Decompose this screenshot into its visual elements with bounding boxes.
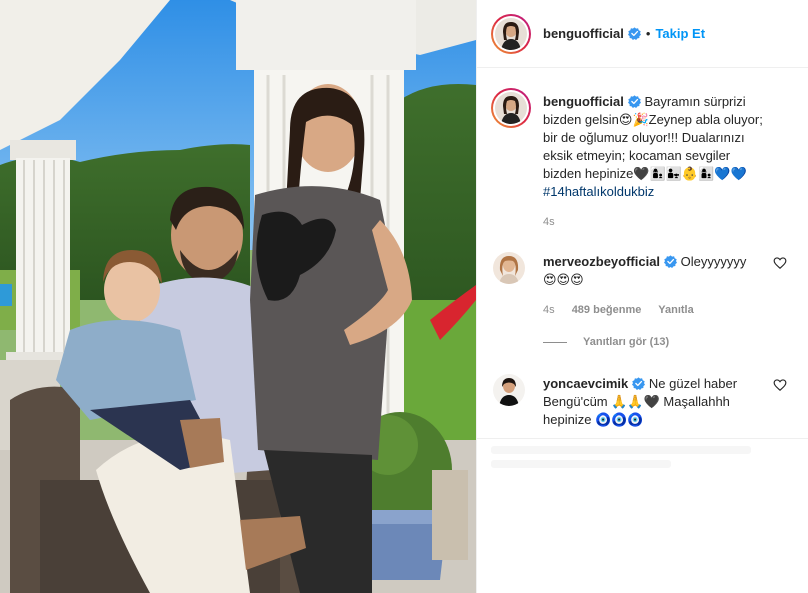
verified-badge-icon (627, 95, 641, 108)
commenter-avatar[interactable] (493, 252, 525, 284)
author-avatar[interactable] (491, 13, 531, 54)
caption-line: bir de oğlumuz oluyor!!! Dualarınızı (543, 130, 745, 145)
hashtag-link[interactable]: #14haftalıkoldukbiz (543, 184, 654, 199)
commenter-avatar-image (493, 252, 525, 284)
comment-text: Oleyyyyyyy (680, 254, 747, 269)
replies-divider-line (543, 341, 567, 343)
family-photo-illustration (0, 0, 476, 593)
follow-button[interactable]: Takip Et (655, 26, 705, 41)
commenter-avatar[interactable] (493, 374, 525, 406)
verified-badge-icon (664, 255, 678, 268)
caption-username[interactable]: benguofficial (543, 94, 624, 109)
caption-line: eksik etmeyin; kocaman sevgiler (543, 148, 731, 163)
commenter-username[interactable]: yoncaevcimik (543, 376, 628, 391)
post-side-panel: benguofficial • Takip Et benguofficial B… (476, 0, 808, 593)
caption-line: bizden gelsin😍🎉Zeynep abla oluyor; (543, 112, 763, 127)
post-photo[interactable] (0, 0, 476, 593)
comment-timestamp[interactable]: 4s (543, 304, 555, 316)
caption-line: bizden hepinize🖤👩‍👦👨‍👧👶👩‍👦💙💙 (543, 166, 747, 181)
comment-text: Bengü'cüm 🙏🙏🖤 Maşallahhh (543, 394, 730, 409)
view-replies-button[interactable]: Yanıtları gör (13) (543, 336, 669, 348)
header-separator: • (645, 26, 651, 41)
comment-likes[interactable]: 489 beğenme (572, 304, 642, 316)
heart-icon[interactable] (773, 378, 787, 392)
comment-text: hepinize 🧿🧿🧿 (543, 412, 644, 427)
comments-divider (477, 438, 808, 439)
reply-button[interactable]: Yanıtla (658, 304, 693, 316)
verified-badge-icon (627, 27, 641, 40)
caption-avatar-image (495, 92, 527, 124)
comment-body: merveozbeyofficial Oleyyyyyyy 😍😍😍 4s 489… (543, 253, 763, 319)
heart-icon[interactable] (773, 256, 787, 270)
verified-badge-icon (632, 377, 646, 390)
comment-text: 😍😍😍 (543, 272, 584, 287)
view-replies-label: Yanıtları gör (13) (583, 336, 670, 348)
author-avatar-image (495, 17, 527, 50)
commenter-username[interactable]: merveozbeyofficial (543, 254, 660, 269)
comment-body: yoncaevcimik Ne güzel haber Bengü'cüm 🙏🙏… (543, 375, 763, 429)
commenter-avatar-image (493, 374, 525, 406)
caption-author-avatar[interactable] (491, 88, 531, 128)
post-header: benguofficial • Takip Et (477, 0, 808, 68)
caption-text: benguofficial Bayramın sürprizi bizden g… (543, 93, 783, 231)
caption-timestamp[interactable]: 4s (543, 213, 783, 231)
faded-comments-area (491, 446, 791, 476)
comment-meta: 4s 489 beğenme Yanıtla (543, 301, 763, 319)
author-username[interactable]: benguofficial (543, 26, 624, 41)
comment-text: Ne güzel haber (648, 376, 738, 391)
caption-line: Bayramın sürprizi (644, 94, 746, 109)
